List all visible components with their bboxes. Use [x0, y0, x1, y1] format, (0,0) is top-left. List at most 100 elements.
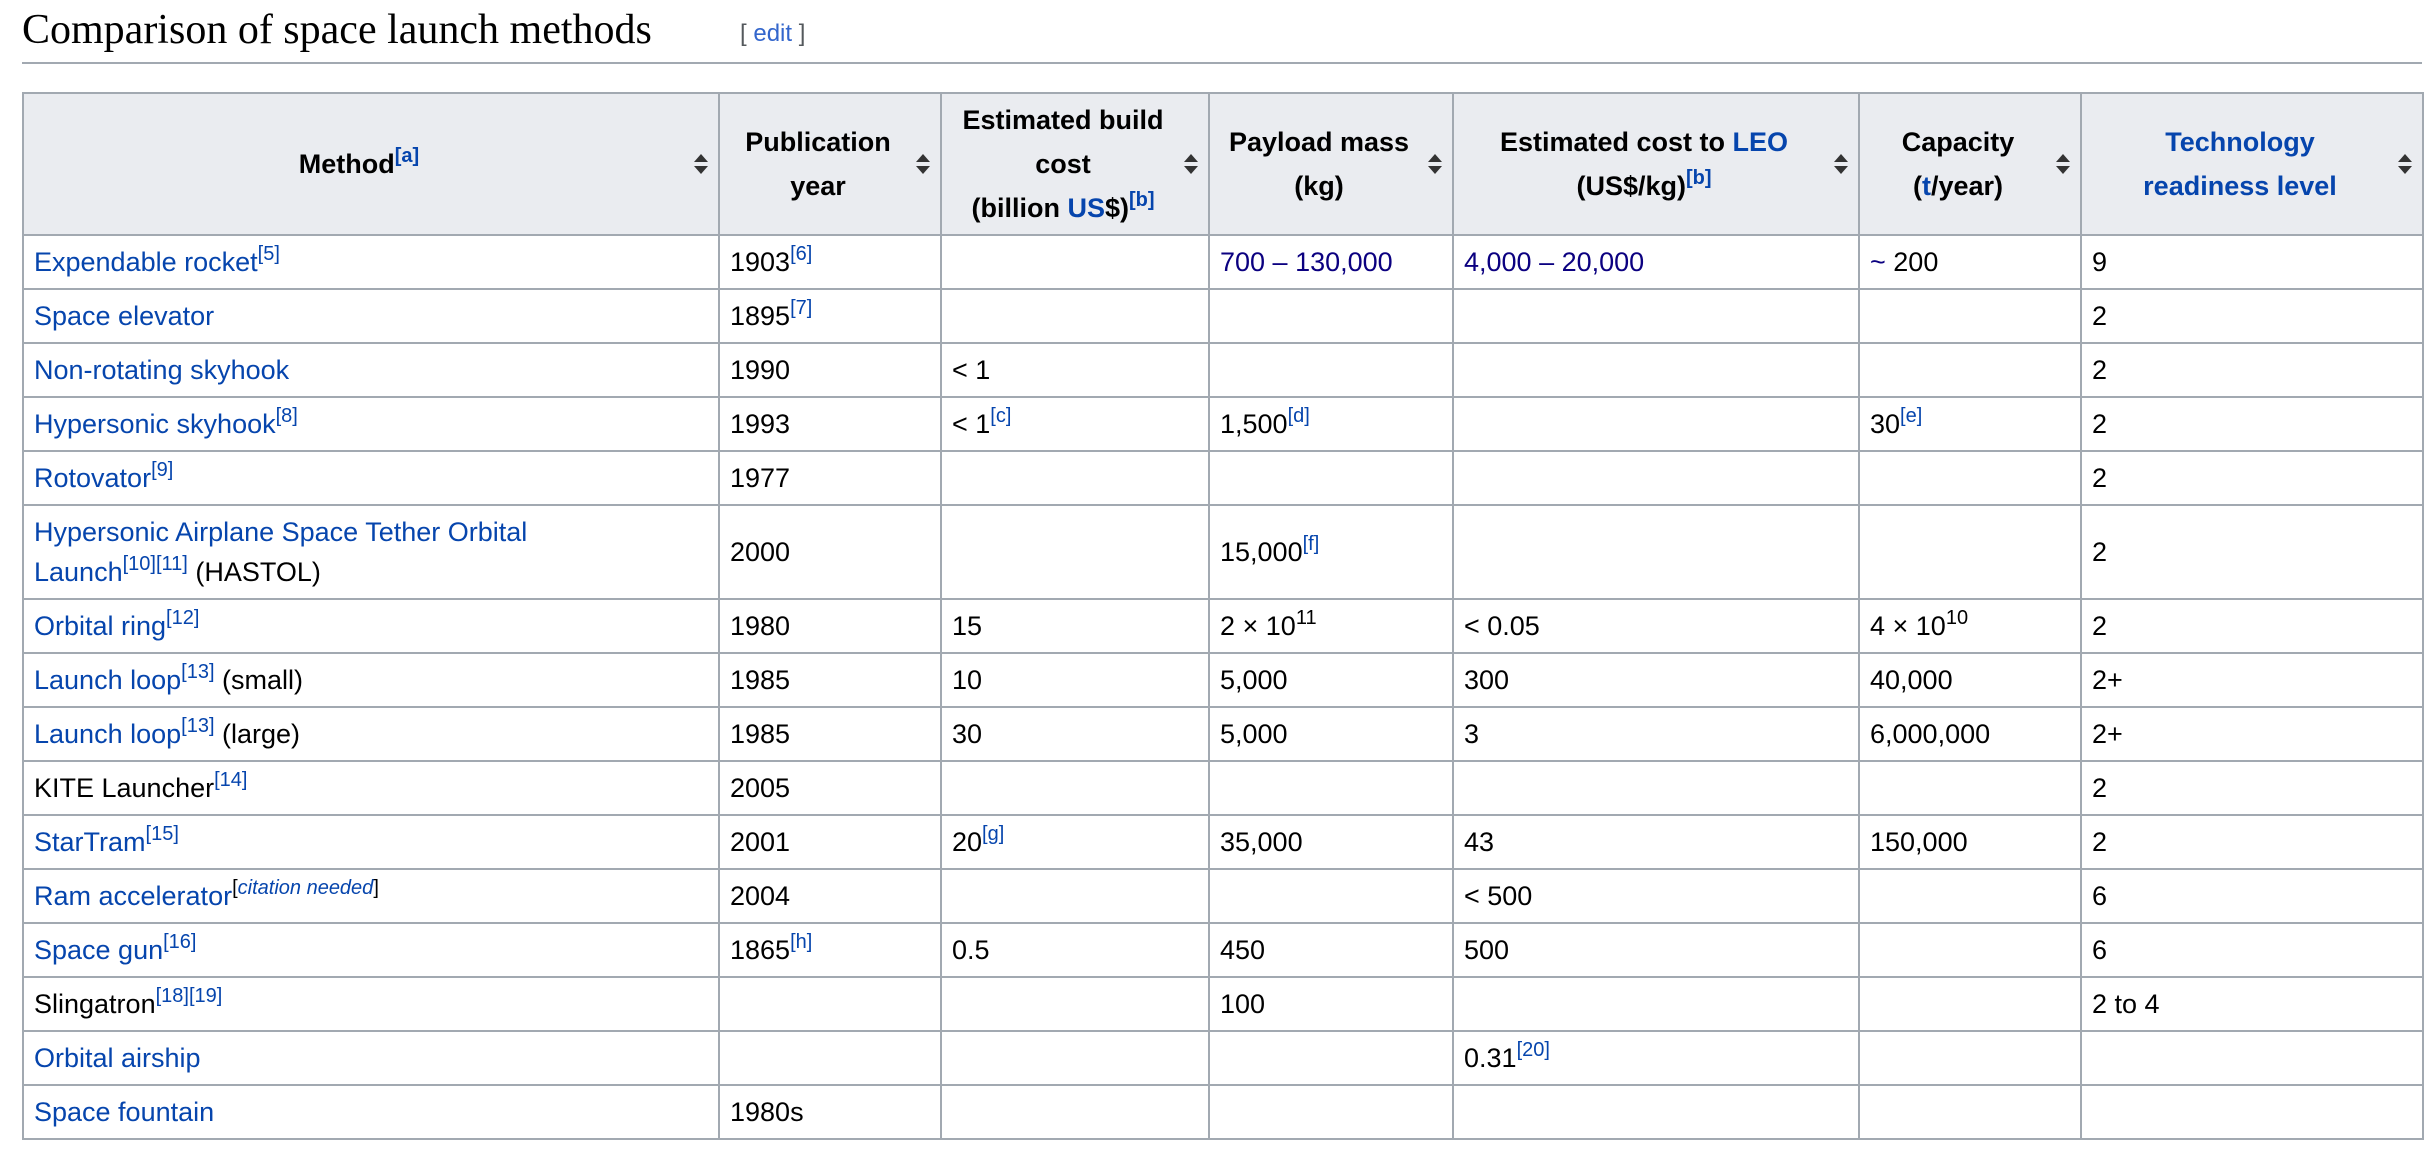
cell-method: Orbital airship — [22, 1030, 720, 1086]
cell-capacity — [1858, 450, 2082, 506]
cell-leo-cost: 43 — [1452, 814, 1860, 870]
table-row: Hypersonic skyhook[8] 1993 < 1[c] 1,500[… — [22, 396, 2424, 452]
leo-link[interactable]: LEO — [1733, 127, 1789, 157]
ref-link[interactable]: [13] — [181, 661, 214, 683]
sort-icon[interactable] — [1428, 152, 1442, 176]
sort-icon[interactable] — [1184, 152, 1198, 176]
method-link[interactable]: Space fountain — [34, 1097, 214, 1127]
cell-payload — [1208, 450, 1454, 506]
ref-link[interactable]: [20] — [1517, 1039, 1550, 1061]
ref-link[interactable]: [8] — [276, 405, 298, 427]
cell-method: Space fountain — [22, 1084, 720, 1140]
cell-payload: 5,000 — [1208, 706, 1454, 762]
sort-icon[interactable] — [2398, 152, 2412, 176]
ref-link[interactable]: [g] — [982, 823, 1004, 845]
edit-link[interactable]: edit — [753, 20, 792, 47]
cell-payload: 1,500[d] — [1208, 396, 1454, 452]
table-row: Launch loop[13] (small) 1985 10 5,000 30… — [22, 652, 2424, 708]
method-link[interactable]: Orbital ring — [34, 611, 166, 641]
header-cost-to-leo[interactable]: Estimated cost to LEO (US$/kg)[b] — [1452, 92, 1860, 236]
cell-method: Rotovator[9] — [22, 450, 720, 506]
ref-link[interactable]: [5] — [258, 243, 280, 265]
approx-link[interactable]: ~ — [1870, 247, 1886, 277]
ref-link[interactable]: [18] — [156, 985, 189, 1007]
leo-cost-link[interactable]: 4,000 – 20,000 — [1464, 247, 1644, 277]
cell-method: Hypersonic Airplane Space Tether Orbital… — [22, 504, 720, 600]
method-link[interactable]: Hypersonic skyhook — [34, 409, 276, 439]
header-build-cost[interactable]: Estimated build cost (billion US$)[b] — [940, 92, 1210, 236]
header-method[interactable]: Method[a] — [22, 92, 720, 236]
method-link[interactable]: Expendable rocket — [34, 247, 258, 277]
cell-build-cost — [940, 1030, 1210, 1086]
cell-payload — [1208, 1030, 1454, 1086]
ref-link[interactable]: [b] — [1129, 189, 1155, 211]
cell-year: 2000 — [718, 504, 942, 600]
sort-icon[interactable] — [2056, 152, 2070, 176]
cell-trl: 2 to 4 — [2080, 976, 2424, 1032]
ref-link[interactable]: [6] — [790, 243, 812, 265]
method-link[interactable]: Orbital airship — [34, 1043, 201, 1073]
cell-year: 1985 — [718, 652, 942, 708]
cell-trl: 6 — [2080, 922, 2424, 978]
method-link[interactable]: Space elevator — [34, 301, 214, 331]
ref-link[interactable]: [15] — [146, 823, 179, 845]
ref-link[interactable]: [19] — [189, 985, 222, 1007]
sort-icon[interactable] — [1834, 152, 1848, 176]
method-link[interactable]: Space gun — [34, 935, 163, 965]
ref-link[interactable]: [7] — [790, 297, 812, 319]
cell-year: 1895[7] — [718, 288, 942, 344]
ref-link[interactable]: [14] — [214, 769, 247, 791]
cell-trl: 2 — [2080, 396, 2424, 452]
cell-payload: 15,000[f] — [1208, 504, 1454, 600]
method-link[interactable]: StarTram — [34, 827, 146, 857]
table-row: Ram accelerator[citation needed] 2004 < … — [22, 868, 2424, 924]
header-payload-mass[interactable]: Payload mass (kg) — [1208, 92, 1454, 236]
ref-link[interactable]: [10] — [123, 553, 156, 575]
ref-link[interactable]: [12] — [166, 607, 199, 629]
cell-build-cost: 20[g] — [940, 814, 1210, 870]
sort-icon[interactable] — [694, 152, 708, 176]
method-link[interactable]: Launch loop — [34, 665, 181, 695]
cell-trl: 2 — [2080, 450, 2424, 506]
method-link[interactable]: Ram accelerator — [34, 881, 232, 911]
ref-link[interactable]: [16] — [163, 931, 196, 953]
method-link[interactable]: Launch loop — [34, 719, 181, 749]
cell-build-cost: 0.5 — [940, 922, 1210, 978]
ref-link[interactable]: [d] — [1288, 405, 1310, 427]
cell-trl: 6 — [2080, 868, 2424, 924]
cell-method: Expendable rocket[5] — [22, 234, 720, 290]
method-link[interactable]: Non-rotating skyhook — [34, 355, 289, 385]
cell-build-cost: 15 — [940, 598, 1210, 654]
comparison-table: Method[a] Publication year Estimated buil… — [22, 92, 2424, 1140]
us-link[interactable]: US — [1067, 193, 1105, 223]
cell-capacity: ~ 200 — [1858, 234, 2082, 290]
cell-trl: 2 — [2080, 760, 2424, 816]
ref-link[interactable]: [9] — [151, 459, 173, 481]
trl-link[interactable]: Technology readiness level — [2143, 127, 2337, 201]
ref-link[interactable]: [c] — [990, 405, 1011, 427]
cell-year — [718, 976, 942, 1032]
citation-needed: [citation needed] — [232, 877, 379, 899]
cell-method: Launch loop[13] (small) — [22, 652, 720, 708]
sort-icon[interactable] — [916, 152, 930, 176]
header-capacity[interactable]: Capacity (t/year) — [1858, 92, 2082, 236]
cell-capacity — [1858, 760, 2082, 816]
cell-payload: 100 — [1208, 976, 1454, 1032]
table-row: Slingatron[18][19] 100 2 to 4 — [22, 976, 2424, 1032]
tonne-link[interactable]: t — [1922, 171, 1931, 201]
ref-link[interactable]: [13] — [181, 715, 214, 737]
ref-link[interactable]: [b] — [1686, 167, 1712, 189]
header-technology-readiness[interactable]: Technology readiness level — [2080, 92, 2424, 236]
citation-needed-link[interactable]: citation needed — [238, 877, 374, 899]
cell-build-cost: 30 — [940, 706, 1210, 762]
ref-link[interactable]: [a] — [395, 145, 419, 167]
method-link[interactable]: Rotovator — [34, 463, 151, 493]
payload-link[interactable]: 700 – 130,000 — [1220, 247, 1393, 277]
cell-build-cost — [940, 1084, 1210, 1140]
ref-link[interactable]: [e] — [1900, 405, 1922, 427]
header-publication-year[interactable]: Publication year — [718, 92, 942, 236]
ref-link[interactable]: [h] — [790, 931, 812, 953]
ref-link[interactable]: [f] — [1303, 533, 1320, 555]
ref-link[interactable]: [11] — [156, 553, 188, 575]
cell-trl — [2080, 1030, 2424, 1086]
